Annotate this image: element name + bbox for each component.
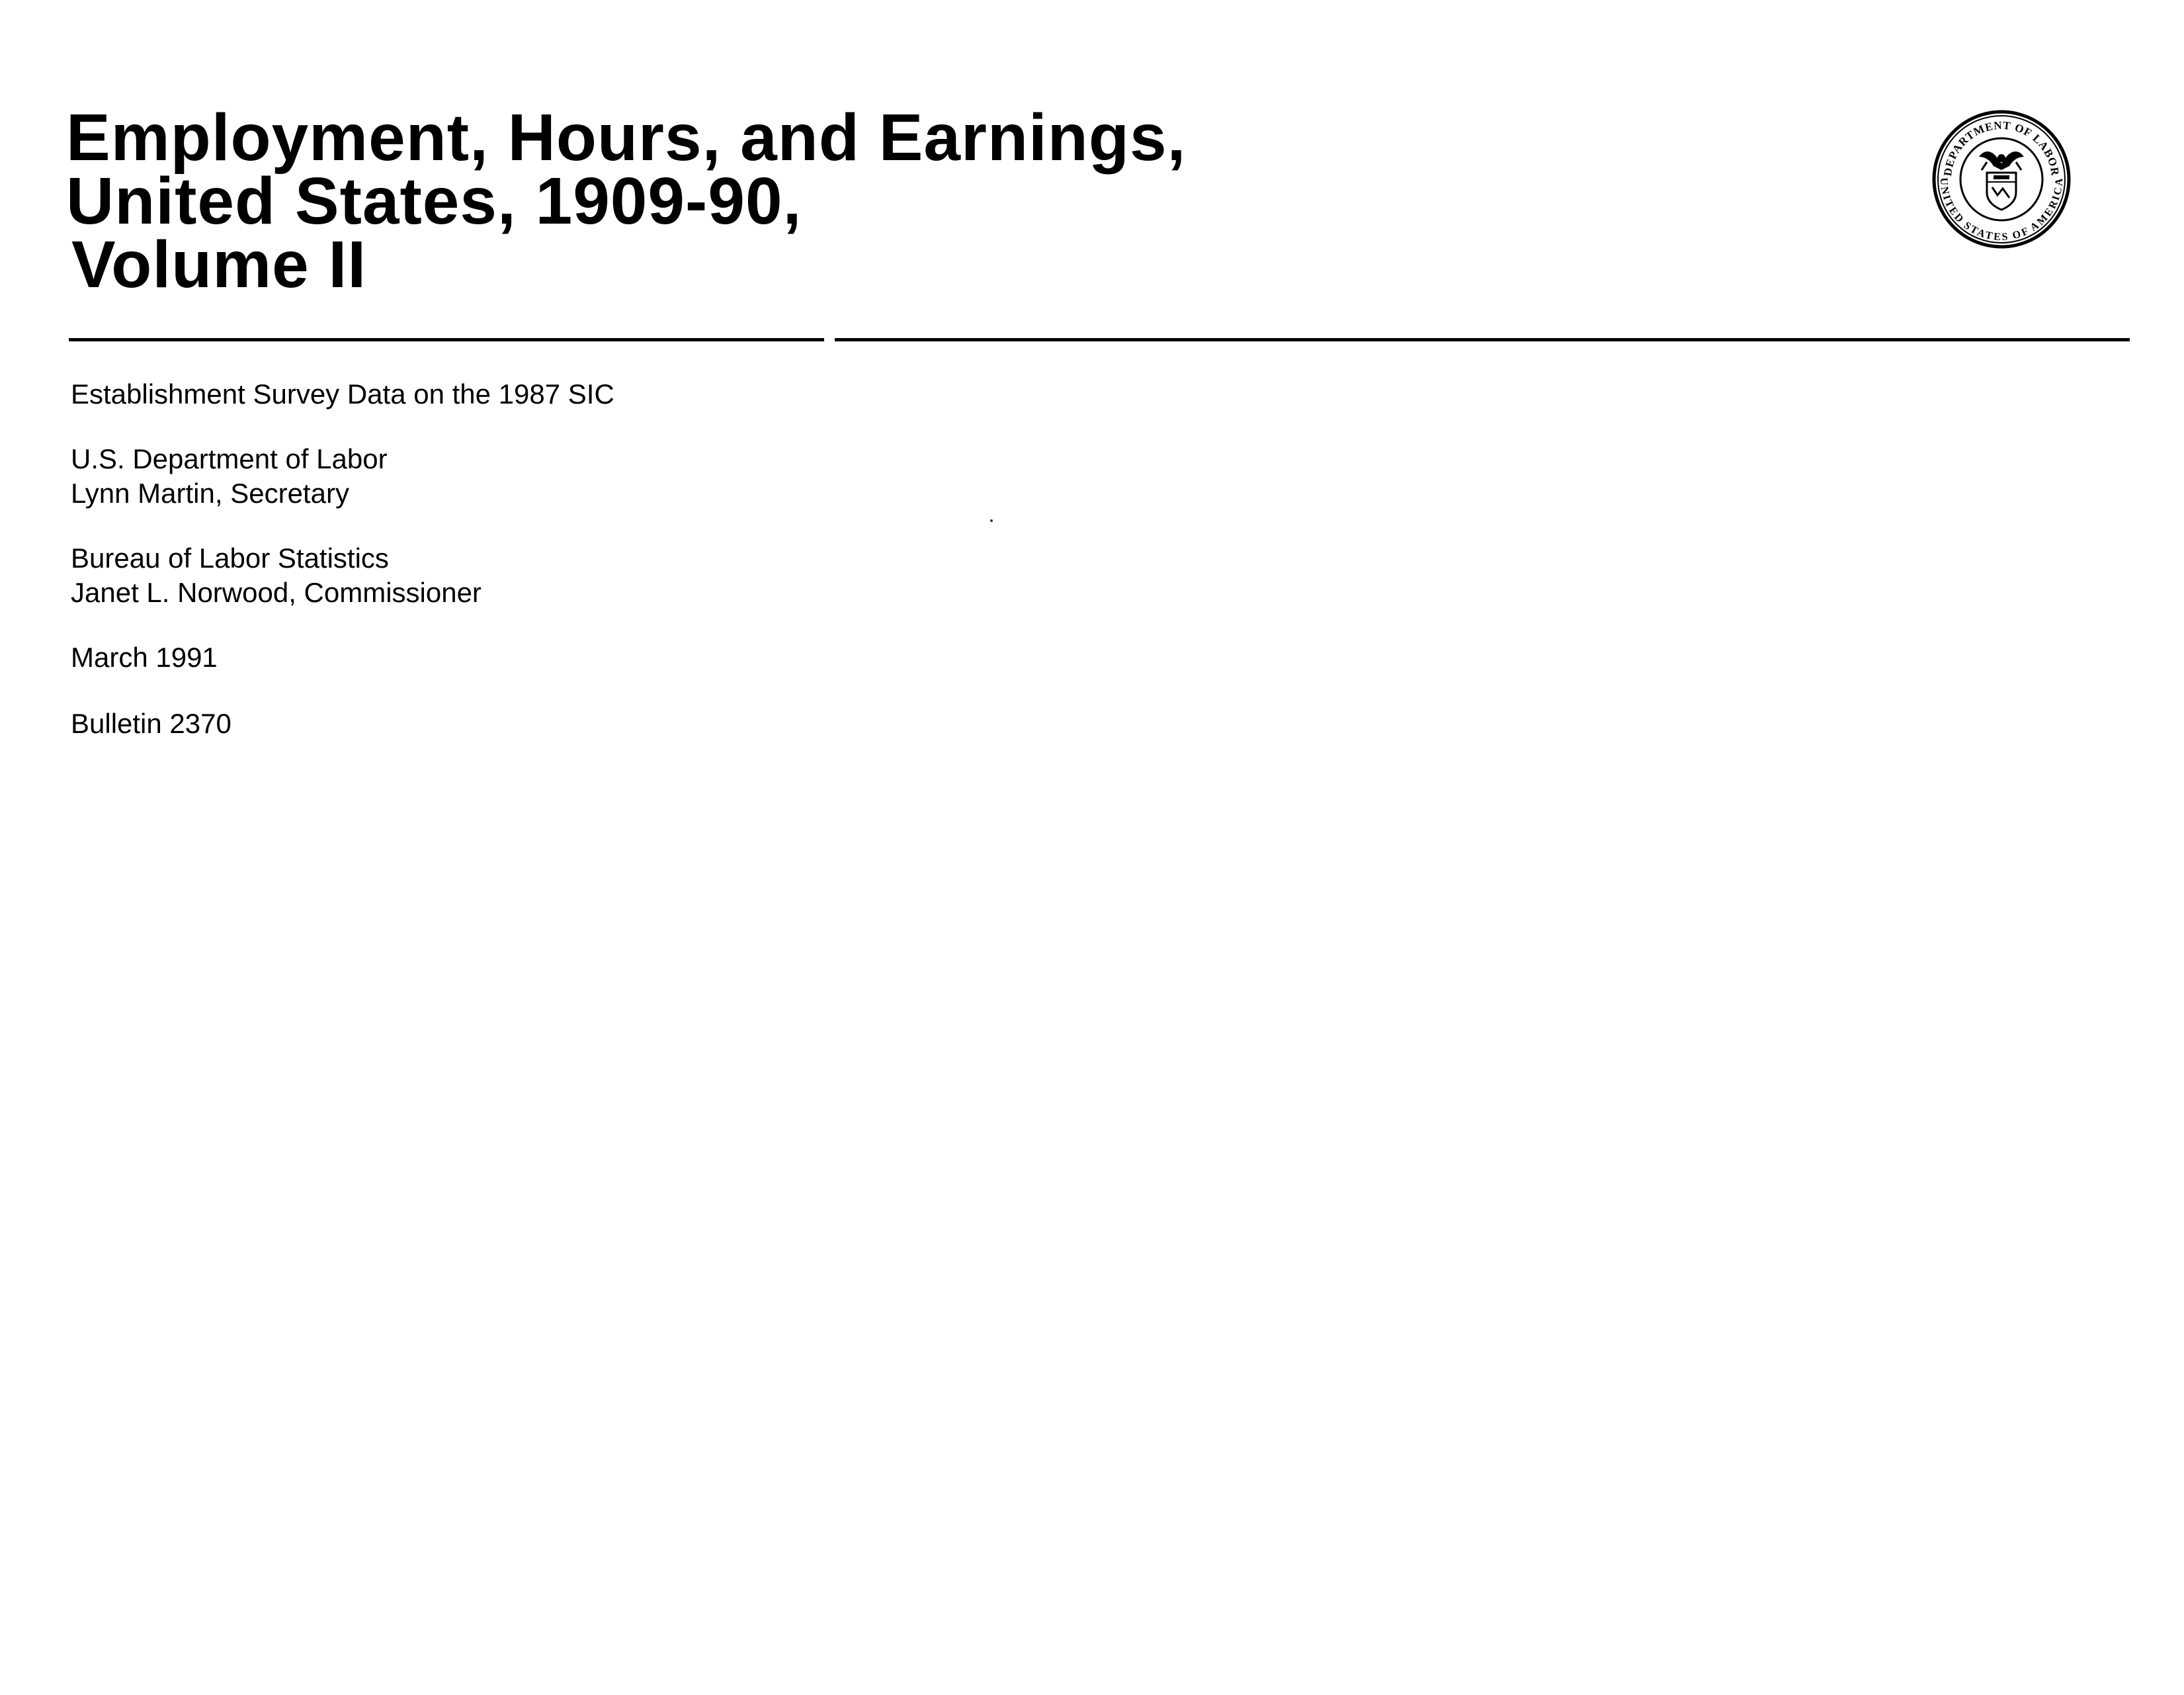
bulletin-text: Bulletin 2370 [71,708,231,739]
divider-rule-right [835,338,2130,341]
subtitle-text: Establishment Survey Data on the 1987 SI… [71,378,614,410]
title-line-1: Employment, Hours, and Earnings, [66,101,1187,175]
subtitle: Establishment Survey Data on the 1987 SI… [71,377,614,412]
department-head: Lynn Martin, Secretary [71,478,349,509]
title-line-3: Volume II [71,228,367,302]
department-of-labor-seal-icon: DEPARTMENT OF LABOR UNITED STATES OF AME… [1932,110,2071,249]
bulletin-number: Bulletin 2370 [71,707,231,741]
bureau-block: Bureau of Labor Statistics Janet L. Norw… [71,541,482,610]
shield-icon [1986,171,2017,211]
divider-rule-left [69,338,824,341]
eagle-icon [1979,151,2024,171]
scan-speck [990,519,993,522]
date-text: March 1991 [71,642,218,673]
bureau-name: Bureau of Labor Statistics [71,543,389,574]
department-name: U.S. Department of Labor [71,443,388,474]
department-block: U.S. Department of Labor Lynn Martin, Se… [71,442,388,511]
title-line-2: United States, 1909-90, [66,164,802,238]
bureau-head: Janet L. Norwood, Commissioner [71,577,482,608]
publication-date: March 1991 [71,640,218,675]
document-title: Employment, Hours, and Earnings, United … [66,101,1323,302]
